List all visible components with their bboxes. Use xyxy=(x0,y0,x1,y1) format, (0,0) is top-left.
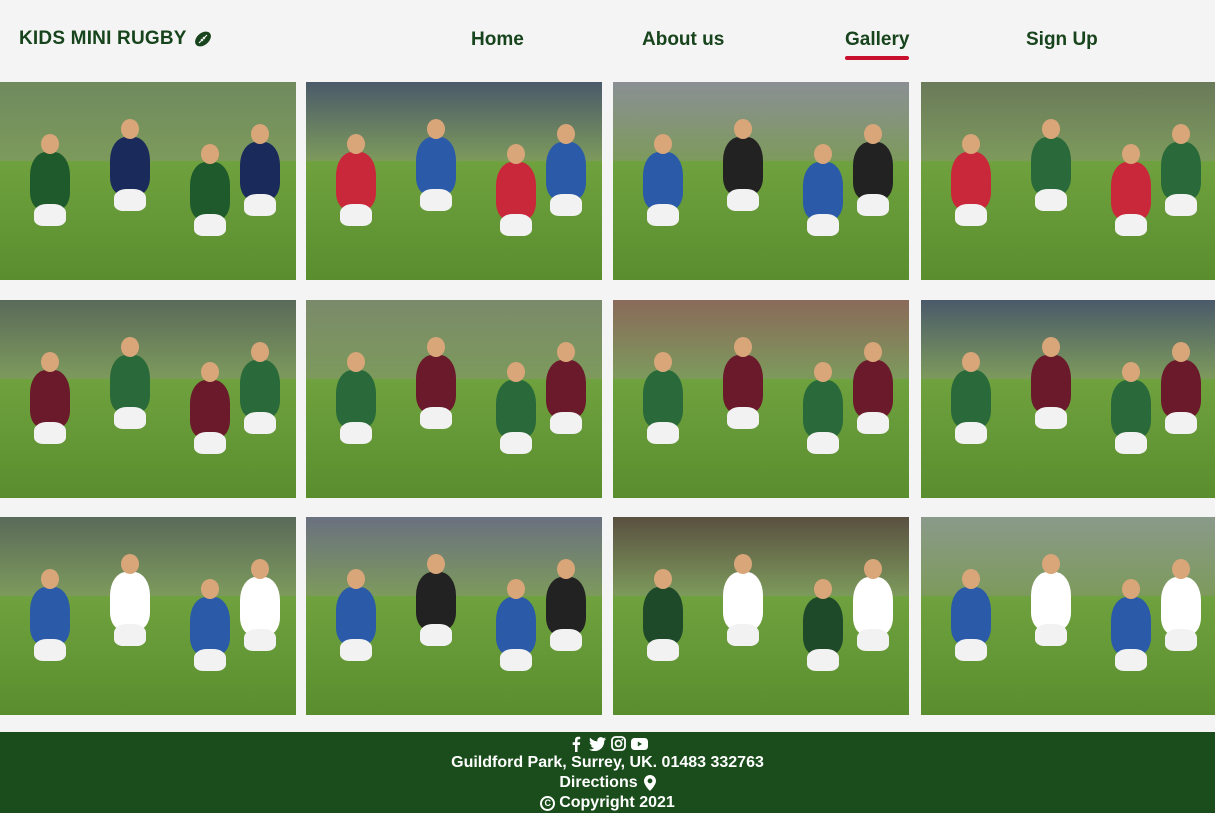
gallery-photo[interactable] xyxy=(306,517,602,715)
twitter-icon[interactable] xyxy=(588,735,606,752)
map-pin-icon xyxy=(643,775,656,791)
directions-link[interactable]: Directions xyxy=(0,774,1215,792)
nav-about-us[interactable]: About us xyxy=(642,29,724,51)
gallery-photo[interactable] xyxy=(921,517,1215,715)
social-links xyxy=(0,735,1215,752)
gallery-photo[interactable] xyxy=(921,82,1215,280)
gallery-photo[interactable] xyxy=(0,517,296,715)
brand-name: KIDS MINI RUGBY xyxy=(19,28,187,49)
rugby-ball-icon xyxy=(194,31,211,47)
facebook-icon[interactable] xyxy=(568,735,585,752)
directions-label: Directions xyxy=(559,774,638,791)
gallery-photo[interactable] xyxy=(921,300,1215,498)
gallery-photo[interactable] xyxy=(613,517,909,715)
gallery-photo[interactable] xyxy=(613,300,909,498)
gallery-photo[interactable] xyxy=(306,82,602,280)
footer-address: Guildford Park, Surrey, UK. 01483 332763 xyxy=(451,754,764,771)
gallery-photo[interactable] xyxy=(613,82,909,280)
nav-sign-up[interactable]: Sign Up xyxy=(1026,29,1098,51)
brand-logo[interactable]: KIDS MINI RUGBY xyxy=(19,28,213,50)
copyright-text: Copyright 2021 xyxy=(559,794,675,811)
gallery-photo[interactable] xyxy=(306,300,602,498)
nav-home[interactable]: Home xyxy=(471,29,524,51)
youtube-icon[interactable] xyxy=(630,735,648,752)
gallery-photo[interactable] xyxy=(0,82,296,280)
site-header: KIDS MINI RUGBY Home About us Gallery Si… xyxy=(0,0,1215,82)
copyright-icon: C xyxy=(540,795,556,811)
gallery-photo[interactable] xyxy=(0,300,296,498)
instagram-icon[interactable] xyxy=(610,735,627,752)
site-footer: Guildford Park, Surrey, UK. 01483 332763… xyxy=(0,732,1215,813)
nav-gallery[interactable]: Gallery xyxy=(845,29,910,60)
footer-copyright: C Copyright 2021 xyxy=(0,794,1215,812)
